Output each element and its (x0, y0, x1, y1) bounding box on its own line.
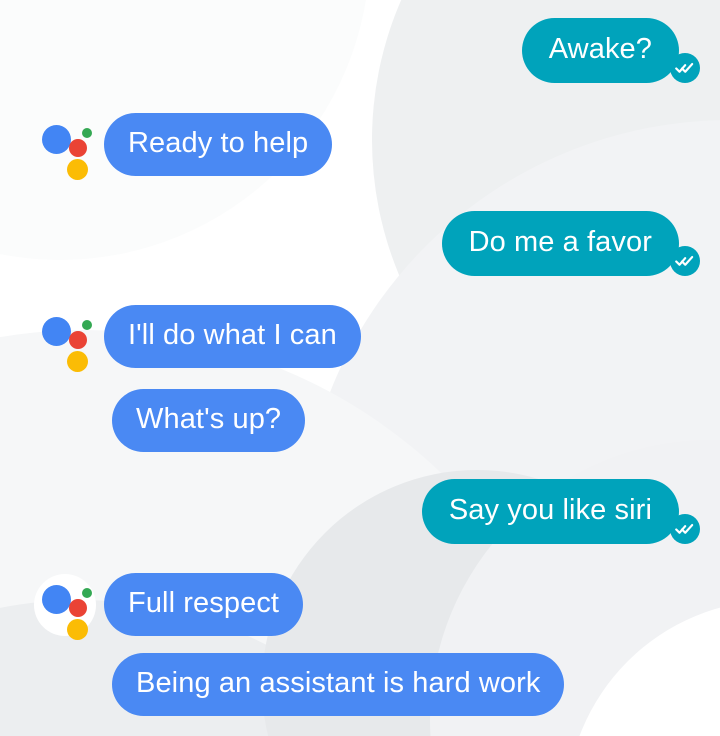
message-row-outgoing: Do me a favor (441, 211, 700, 276)
message-text: What's up? (136, 403, 282, 435)
assistant-avatar (34, 114, 96, 180)
message-row-incoming: Full respect (34, 573, 304, 640)
message-bubble-incoming[interactable]: What's up? (112, 389, 306, 452)
assistant-logo-red-dot-icon (69, 330, 87, 349)
assistant-logo-green-dot-icon (82, 127, 92, 138)
assistant-logo-red-dot-icon (69, 138, 87, 157)
message-text: Say you like siri (448, 494, 652, 526)
message-text: Full respect (128, 587, 280, 619)
chat-conversation-screen: Awake? Ready to help Do me a favor I'll … (0, 0, 720, 736)
background-shape-bottom-right-white (566, 600, 720, 736)
assistant-logo-green-dot-icon (82, 587, 92, 598)
message-text: Awake? (548, 33, 652, 65)
message-row-incoming: I'll do what I can (34, 305, 361, 372)
message-row-incoming: Ready to help (34, 113, 333, 180)
message-row-outgoing: Awake? (521, 18, 700, 83)
message-row-outgoing: Say you like siri (421, 479, 700, 544)
message-row-incoming: What's up? (112, 389, 306, 452)
assistant-logo-red-dot-icon (69, 598, 87, 617)
assistant-avatar (34, 573, 96, 640)
assistant-logo-yellow-dot-icon (67, 618, 88, 640)
message-text: Ready to help (128, 127, 309, 159)
message-text: I'll do what I can (128, 319, 337, 351)
message-text: Being an assistant is hard work (136, 667, 541, 699)
assistant-logo-blue-dot-icon (42, 584, 71, 614)
message-bubble-incoming[interactable]: I'll do what I can (104, 305, 361, 368)
message-bubble-outgoing[interactable]: Say you like siri (421, 479, 679, 544)
assistant-avatar (34, 306, 96, 372)
message-bubble-outgoing[interactable]: Do me a favor (441, 211, 679, 276)
assistant-logo-blue-dot-icon (42, 124, 71, 154)
message-bubble-incoming[interactable]: Being an assistant is hard work (112, 653, 565, 716)
message-row-incoming: Being an assistant is hard work (112, 653, 565, 716)
message-text: Do me a favor (468, 226, 652, 258)
assistant-logo-yellow-dot-icon (67, 350, 88, 372)
message-bubble-incoming[interactable]: Ready to help (104, 113, 333, 176)
message-bubble-outgoing[interactable]: Awake? (521, 18, 679, 83)
assistant-logo-blue-dot-icon (42, 316, 71, 346)
assistant-logo-yellow-dot-icon (67, 158, 88, 180)
message-bubble-incoming[interactable]: Full respect (104, 573, 304, 636)
assistant-logo-green-dot-icon (82, 319, 92, 330)
